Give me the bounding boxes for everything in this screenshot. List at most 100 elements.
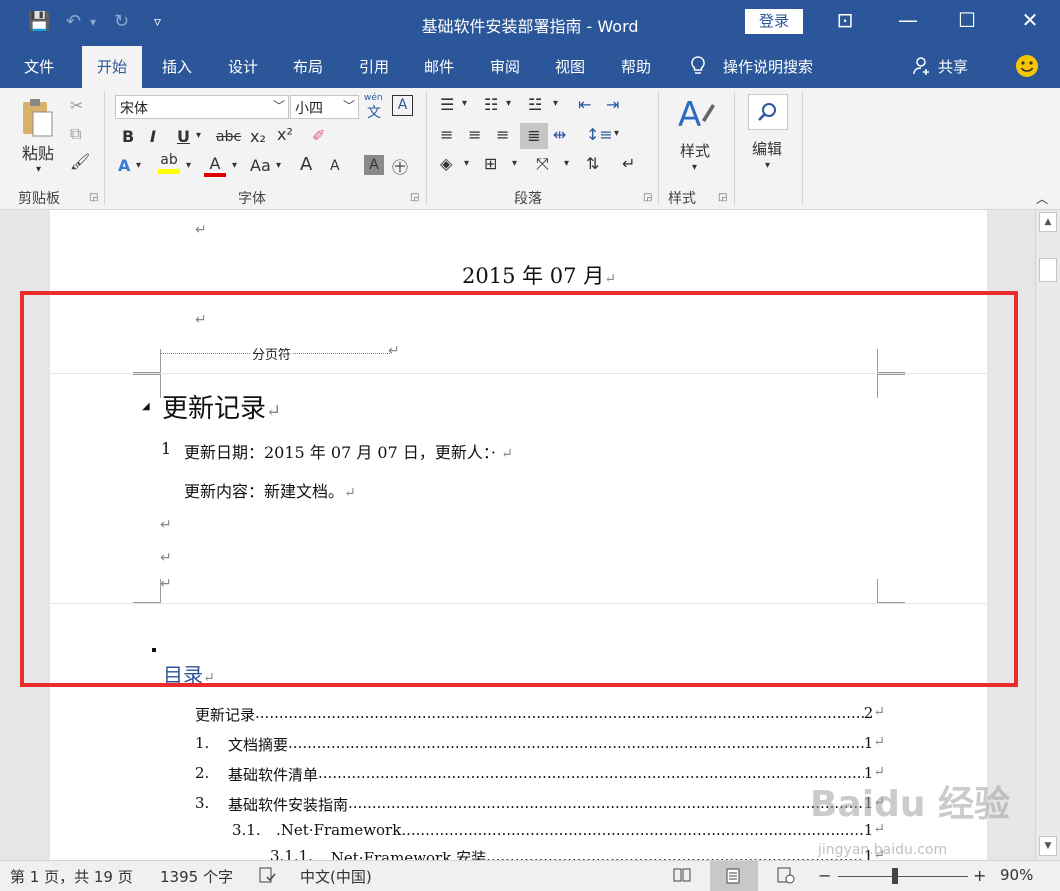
change-case-dropdown-icon[interactable]: ▾ xyxy=(276,160,281,171)
bullets-icon[interactable]: ☰ xyxy=(440,95,454,114)
tell-me-search[interactable]: 操作说明搜索 xyxy=(723,56,813,77)
distributed-icon[interactable]: ⇹ xyxy=(553,125,566,144)
ribbon-display-options-icon[interactable]: ⊡ xyxy=(830,8,860,32)
styles-button[interactable]: 样式 xyxy=(680,140,710,161)
change-case-icon[interactable]: Aa xyxy=(250,156,271,175)
chinese-layout-icon[interactable]: ⤧ xyxy=(536,154,549,174)
share-button[interactable]: 共享 xyxy=(938,56,968,77)
zoom-slider[interactable] xyxy=(838,876,968,877)
align-left-icon[interactable]: ≡ xyxy=(440,125,453,144)
italic-button[interactable]: I xyxy=(150,127,156,146)
cut-icon[interactable]: ✂ xyxy=(70,96,83,115)
numbering-icon[interactable]: ☷ xyxy=(484,95,498,114)
print-layout-icon[interactable] xyxy=(710,861,758,891)
align-right-icon[interactable]: ≡ xyxy=(496,125,509,144)
toc-entry[interactable]: 1. 文档摘要 ................................… xyxy=(195,734,885,755)
enclose-characters-icon[interactable]: ㊉ xyxy=(392,154,408,178)
increase-indent-icon[interactable]: ⇥ xyxy=(606,95,619,114)
font-color-icon[interactable]: A xyxy=(204,154,226,177)
superscript-button[interactable]: x² xyxy=(277,125,293,144)
paste-icon[interactable] xyxy=(20,96,54,142)
zoom-level[interactable]: 90% xyxy=(1000,866,1033,884)
multilevel-list-icon[interactable]: ☳ xyxy=(528,95,542,114)
tab-help[interactable]: 帮助 xyxy=(621,56,651,77)
tab-mailings[interactable]: 邮件 xyxy=(424,56,454,77)
word-count[interactable]: 1395 个字 xyxy=(160,866,233,887)
show-marks-icon[interactable]: ↵ xyxy=(622,154,635,173)
shading-icon[interactable]: ◈ xyxy=(440,154,452,173)
justify-icon[interactable]: ≣ xyxy=(520,123,548,149)
underline-dropdown-icon[interactable]: ▾ xyxy=(196,130,201,141)
font-size-combo[interactable]: 小四 ﹀ xyxy=(290,95,359,119)
paste-button[interactable]: 粘贴 xyxy=(22,140,54,164)
scroll-down-arrow[interactable]: ▼ xyxy=(1039,836,1057,856)
tab-layout[interactable]: 布局 xyxy=(293,56,323,77)
lightbulb-icon[interactable] xyxy=(690,56,706,80)
highlight-icon[interactable]: ab xyxy=(158,152,180,174)
tab-insert[interactable]: 插入 xyxy=(162,56,192,77)
tab-file[interactable]: 文件 xyxy=(24,56,54,77)
font-name-combo[interactable]: 宋体 ﹀ xyxy=(115,95,289,119)
line-spacing-icon[interactable]: ↕≡ xyxy=(586,125,613,144)
shading-dropdown-icon[interactable]: ▾ xyxy=(464,158,469,169)
toc-entry[interactable]: 2. 基础软件清单 ..............................… xyxy=(195,764,885,785)
copy-icon[interactable]: ⧉ xyxy=(70,124,81,144)
phonetic-guide-icon[interactable]: 文 xyxy=(367,102,381,122)
tab-references[interactable]: 引用 xyxy=(359,56,389,77)
line-spacing-dropdown-icon[interactable]: ▾ xyxy=(614,128,619,139)
numbering-dropdown-icon[interactable]: ▾ xyxy=(506,98,511,109)
read-mode-icon[interactable] xyxy=(672,866,692,888)
borders-dropdown-icon[interactable]: ▾ xyxy=(512,158,517,169)
tab-view[interactable]: 视图 xyxy=(555,56,585,77)
font-launcher-icon[interactable]: ◲ xyxy=(410,192,419,203)
format-painter-icon[interactable]: 🖌 xyxy=(70,152,90,171)
decrease-indent-icon[interactable]: ⇤ xyxy=(578,95,591,114)
font-color-dropdown-icon[interactable]: ▾ xyxy=(232,160,237,171)
bold-button[interactable]: B xyxy=(122,127,134,146)
toc-entry[interactable]: 3.1.1. .Net·Framework 安装 ...............… xyxy=(270,847,885,860)
text-effects-dropdown-icon[interactable]: ▾ xyxy=(136,160,141,171)
styles-gallery-icon[interactable]: A xyxy=(676,94,716,138)
toc-entry[interactable]: 3.1. .Net·Framework ....................… xyxy=(232,821,885,839)
login-button[interactable]: 登录 xyxy=(745,9,803,34)
collapse-ribbon-icon[interactable]: ︿ xyxy=(1036,190,1048,207)
vertical-scrollbar[interactable]: ▲ ▼ xyxy=(1035,210,1060,860)
page-count[interactable]: 第 1 页，共 19 页 xyxy=(10,866,133,887)
strikethrough-button[interactable]: abc xyxy=(216,129,241,145)
grow-font-icon[interactable]: A xyxy=(300,154,312,175)
proofing-icon[interactable] xyxy=(258,866,276,888)
language-indicator[interactable]: 中文(中国) xyxy=(300,866,372,887)
editing-button[interactable]: 编辑 xyxy=(752,138,782,159)
smiley-feedback-icon[interactable] xyxy=(1015,54,1039,82)
highlight-dropdown-icon[interactable]: ▾ xyxy=(186,160,191,171)
shrink-font-icon[interactable]: A xyxy=(330,158,340,174)
zoom-slider-thumb[interactable] xyxy=(892,868,898,884)
styles-launcher-icon[interactable]: ◲ xyxy=(718,192,727,203)
search-icon[interactable] xyxy=(748,94,788,130)
multilevel-dropdown-icon[interactable]: ▾ xyxy=(553,98,558,109)
toc-entry[interactable]: 3. 基础软件安装指南 ............................… xyxy=(195,794,885,815)
character-border-icon[interactable]: A xyxy=(392,95,413,116)
scroll-up-arrow[interactable]: ▲ xyxy=(1039,212,1057,232)
zoom-out-button[interactable]: − xyxy=(818,866,831,885)
sort-icon[interactable]: ⇅ xyxy=(586,154,599,173)
align-center-icon[interactable]: ≡ xyxy=(468,125,481,144)
subscript-button[interactable]: x₂ xyxy=(250,127,266,146)
bullets-dropdown-icon[interactable]: ▾ xyxy=(462,98,467,109)
toc-entry[interactable]: 更新记录 ...................................… xyxy=(195,704,885,725)
paragraph-launcher-icon[interactable]: ◲ xyxy=(643,192,652,203)
paste-dropdown-icon[interactable]: ▾ xyxy=(36,164,41,175)
tab-design[interactable]: 设计 xyxy=(228,56,258,77)
tab-review[interactable]: 审阅 xyxy=(490,56,520,77)
web-layout-icon[interactable] xyxy=(776,866,796,888)
editing-dropdown-icon[interactable]: ▾ xyxy=(765,160,770,171)
clear-formatting-icon[interactable]: ✐ xyxy=(312,126,325,145)
styles-dropdown-icon[interactable]: ▾ xyxy=(692,162,697,173)
chevron-down-icon[interactable]: ﹀ xyxy=(343,97,355,114)
character-shading-icon[interactable]: A xyxy=(364,155,384,175)
chevron-down-icon[interactable]: ﹀ xyxy=(273,97,285,114)
scrollbar-thumb[interactable] xyxy=(1039,258,1057,282)
chinese-layout-dropdown-icon[interactable]: ▾ xyxy=(564,158,569,169)
text-effects-icon[interactable]: A xyxy=(118,156,130,175)
clipboard-launcher-icon[interactable]: ◲ xyxy=(89,192,98,203)
